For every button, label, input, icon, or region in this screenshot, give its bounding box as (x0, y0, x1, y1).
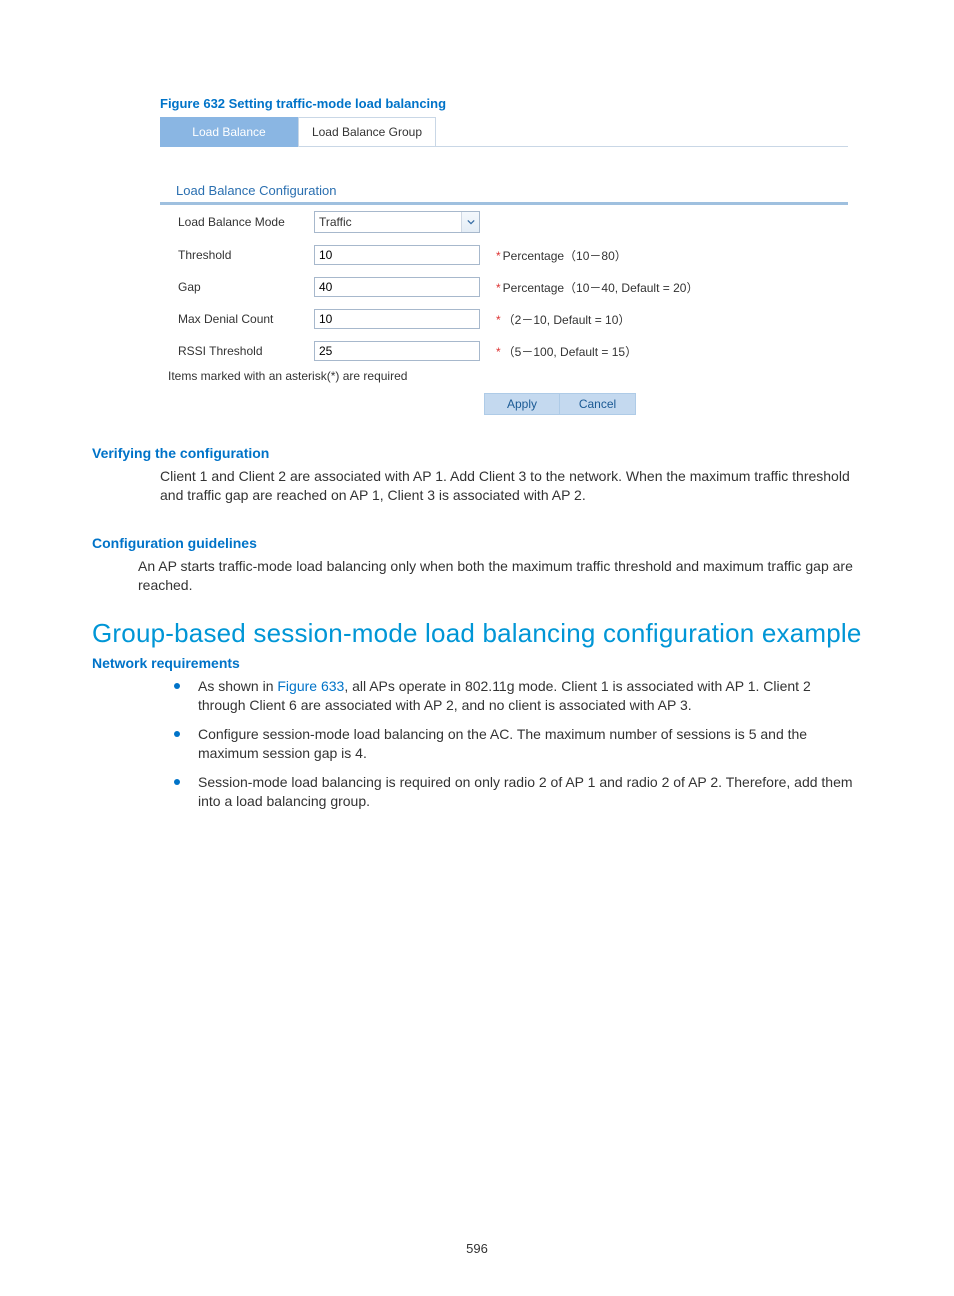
hint-gap: *Percentage（10－40, Default = 20） (488, 271, 848, 303)
input-rssi[interactable] (314, 341, 480, 361)
select-load-balance-mode[interactable]: Traffic (314, 211, 480, 233)
label-threshold: Threshold (160, 239, 306, 271)
required-note: Items marked with an asterisk(*) are req… (168, 369, 848, 383)
page-number: 596 (0, 1241, 954, 1256)
label-mode: Load Balance Mode (160, 205, 306, 239)
link-figure-633[interactable]: Figure 633 (277, 678, 344, 694)
bullet-3: Session-mode load balancing is required … (174, 773, 862, 811)
button-row: Apply Cancel (484, 393, 848, 415)
input-gap[interactable] (314, 277, 480, 297)
cancel-button[interactable]: Cancel (560, 393, 636, 415)
body-verifying: Client 1 and Client 2 are associated wit… (160, 467, 862, 505)
figure-caption: Figure 632 Setting traffic-mode load bal… (160, 96, 862, 111)
label-rssi: RSSI Threshold (160, 335, 306, 367)
heading-main: Group-based session-mode load balancing … (92, 617, 862, 650)
config-form: Load Balance Mode Traffic Threshold *Per… (160, 205, 848, 367)
hint-max-denial: *（2－10, Default = 10） (488, 303, 848, 335)
heading-verifying: Verifying the configuration (92, 445, 862, 461)
figure-screenshot: Load Balance Load Balance Group Load Bal… (160, 117, 848, 415)
input-threshold[interactable] (314, 245, 480, 265)
body-guidelines: An AP starts traffic-mode load balancing… (138, 557, 862, 595)
bullet-1-pre: As shown in (198, 678, 277, 694)
tab-bar-filler (436, 117, 848, 147)
tab-bar: Load Balance Load Balance Group (160, 117, 848, 147)
label-max-denial: Max Denial Count (160, 303, 306, 335)
bullet-2: Configure session-mode load balancing on… (174, 725, 862, 763)
bullet-1: As shown in Figure 633, all APs operate … (174, 677, 862, 715)
apply-button[interactable]: Apply (484, 393, 560, 415)
tab-load-balance[interactable]: Load Balance (160, 117, 298, 147)
input-max-denial[interactable] (314, 309, 480, 329)
heading-net-req: Network requirements (92, 655, 862, 671)
chevron-down-icon (461, 212, 479, 232)
hint-rssi: *（5－100, Default = 15） (488, 335, 848, 367)
panel-title: Load Balance Configuration (176, 183, 848, 198)
select-value: Traffic (319, 215, 352, 229)
tab-load-balance-group[interactable]: Load Balance Group (298, 117, 436, 147)
heading-guidelines: Configuration guidelines (92, 535, 862, 551)
hint-threshold: *Percentage（10－80） (488, 239, 848, 271)
bullet-list: As shown in Figure 633, all APs operate … (174, 677, 862, 810)
label-gap: Gap (160, 271, 306, 303)
